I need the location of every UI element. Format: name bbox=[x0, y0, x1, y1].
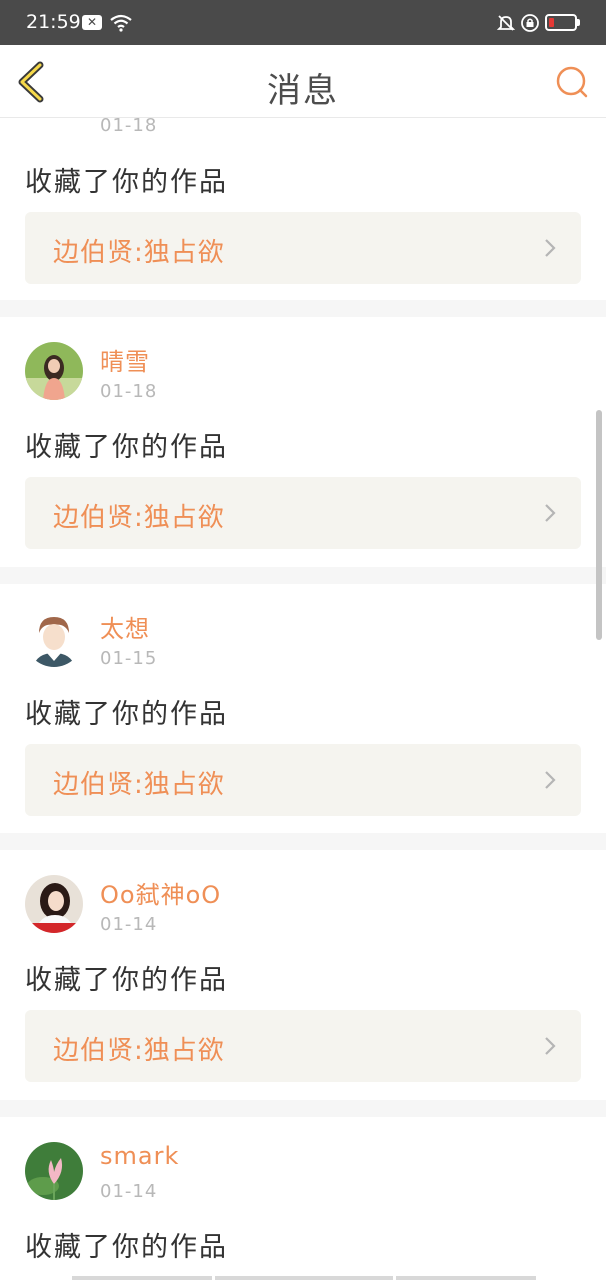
avatar[interactable] bbox=[25, 875, 83, 933]
user-name[interactable]: Oo弑神oO bbox=[100, 875, 221, 910]
chevron-right-icon bbox=[545, 239, 556, 257]
bell-muted-icon bbox=[496, 15, 516, 31]
work-link[interactable]: 边伯贤:独占欲 bbox=[25, 1010, 581, 1082]
message-card: 晴雪 01-18 收藏了你的作品 边伯贤:独占欲 bbox=[0, 317, 606, 567]
separator bbox=[0, 300, 606, 317]
message-action: 收藏了你的作品 bbox=[25, 965, 228, 996]
work-link[interactable]: 边伯贤:独占欲 bbox=[25, 212, 581, 284]
chevron-right-icon bbox=[545, 771, 556, 789]
chevron-right-icon bbox=[545, 1037, 556, 1055]
work-title: 边伯贤:独占欲 bbox=[53, 770, 225, 800]
message-card: 太想 01-15 收藏了你的作品 边伯贤:独占欲 bbox=[0, 584, 606, 833]
scrollbar[interactable] bbox=[596, 410, 602, 640]
message-action: 收藏了你的作品 bbox=[25, 167, 228, 198]
message-date: 01-18 bbox=[100, 118, 158, 136]
page-title: 消息 bbox=[267, 71, 339, 111]
battery-icon bbox=[545, 14, 577, 31]
app-header: 消息 bbox=[0, 45, 606, 118]
close-badge-icon: ✕ bbox=[82, 15, 102, 30]
avatar[interactable] bbox=[40, 118, 80, 126]
avatar[interactable] bbox=[25, 609, 83, 667]
separator bbox=[0, 1100, 606, 1117]
message-action: 收藏了你的作品 bbox=[25, 699, 228, 730]
status-time: 21:59 bbox=[26, 11, 81, 33]
separator bbox=[0, 833, 606, 850]
work-link[interactable]: 边伯贤:独占欲 bbox=[25, 744, 581, 816]
status-bar: 21:59 ✕ bbox=[0, 0, 606, 45]
wifi-icon bbox=[110, 14, 132, 32]
bottom-edge-tabs bbox=[0, 1276, 606, 1280]
work-link[interactable]: 边伯贤:独占欲 bbox=[25, 477, 581, 549]
user-name[interactable]: 太想 bbox=[100, 609, 150, 644]
separator bbox=[0, 567, 606, 584]
chevron-right-icon bbox=[545, 504, 556, 522]
message-action: 收藏了你的作品 bbox=[25, 1232, 228, 1263]
user-name[interactable]: 晴雪 bbox=[100, 342, 150, 377]
user-name[interactable]: smark bbox=[100, 1142, 179, 1170]
message-date: 01-14 bbox=[100, 914, 158, 935]
message-date: 01-15 bbox=[100, 648, 158, 669]
rotation-lock-icon bbox=[521, 14, 539, 32]
work-title: 边伯贤:独占欲 bbox=[53, 238, 225, 268]
search-icon[interactable] bbox=[553, 63, 591, 101]
avatar[interactable] bbox=[25, 1142, 83, 1200]
message-action: 收藏了你的作品 bbox=[25, 432, 228, 463]
message-card: Oo弑神oO 01-14 收藏了你的作品 边伯贤:独占欲 bbox=[0, 850, 606, 1100]
work-title: 边伯贤:独占欲 bbox=[53, 503, 225, 533]
message-date: 01-18 bbox=[100, 381, 158, 402]
message-card: 01-18 收藏了你的作品 边伯贤:独占欲 bbox=[0, 118, 606, 300]
message-list[interactable]: 01-18 收藏了你的作品 边伯贤:独占欲 晴雪 01-18 收藏了你的作品 边… bbox=[0, 118, 606, 1280]
message-card: smark 01-14 收藏了你的作品 bbox=[0, 1117, 606, 1280]
message-date: 01-14 bbox=[100, 1181, 158, 1202]
work-title: 边伯贤:独占欲 bbox=[53, 1036, 225, 1066]
avatar[interactable] bbox=[25, 342, 83, 400]
